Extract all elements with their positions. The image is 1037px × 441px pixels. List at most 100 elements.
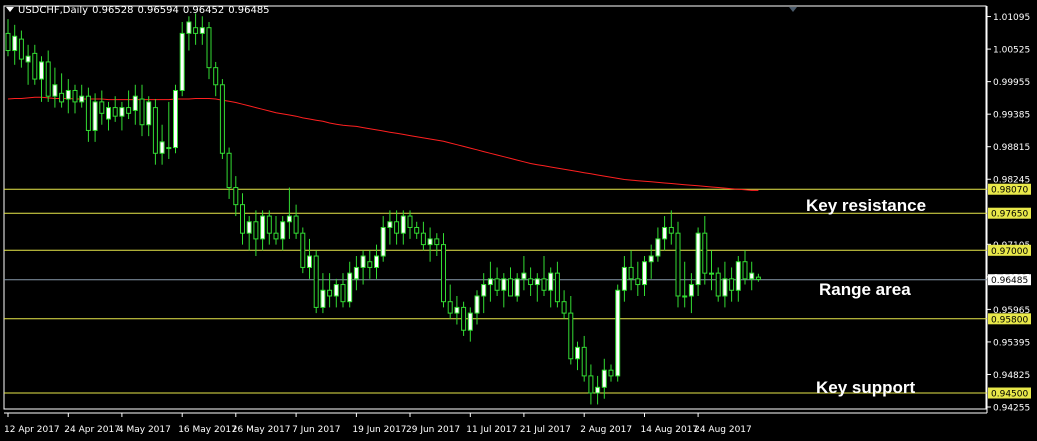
candle[interactable] [85, 87, 91, 142]
candle[interactable] [152, 99, 158, 165]
candle[interactable] [534, 273, 540, 302]
candle[interactable] [662, 216, 668, 251]
candle[interactable] [635, 261, 641, 296]
candle[interactable] [5, 19, 11, 57]
candle[interactable] [548, 267, 554, 308]
candle[interactable] [521, 256, 527, 291]
candle[interactable] [226, 147, 232, 199]
candle[interactable] [695, 227, 701, 296]
candle[interactable] [266, 210, 272, 245]
candle[interactable] [173, 84, 178, 154]
candle[interactable] [179, 21, 185, 97]
candle[interactable] [79, 84, 85, 108]
candle[interactable] [642, 256, 647, 296]
candle[interactable] [481, 273, 487, 314]
candle[interactable] [554, 261, 560, 308]
shift-marker-icon[interactable] [789, 7, 797, 12]
candle[interactable] [146, 96, 152, 137]
candle[interactable] [246, 216, 252, 251]
candle[interactable] [92, 93, 98, 142]
candle[interactable] [199, 16, 205, 45]
candle[interactable] [320, 273, 326, 314]
candle[interactable] [52, 67, 58, 108]
candle[interactable] [568, 295, 574, 365]
candle[interactable] [675, 221, 681, 308]
candle[interactable] [333, 278, 339, 308]
candle[interactable] [327, 273, 333, 308]
candle[interactable] [367, 250, 373, 279]
candle[interactable] [722, 261, 728, 308]
candle[interactable] [715, 267, 721, 302]
candle[interactable] [72, 84, 78, 114]
candle[interactable] [628, 250, 634, 291]
candle[interactable] [575, 341, 580, 371]
candle[interactable] [380, 216, 386, 262]
candle[interactable] [126, 90, 132, 120]
candle[interactable] [427, 227, 433, 262]
dropdown-arrow-icon[interactable] [6, 7, 14, 12]
candle[interactable] [729, 267, 735, 302]
candle[interactable] [621, 256, 627, 302]
candle[interactable] [233, 176, 239, 217]
candle[interactable] [374, 244, 379, 279]
candle[interactable] [561, 290, 567, 319]
candle[interactable] [132, 84, 138, 125]
candle[interactable] [474, 290, 480, 325]
chart-window[interactable]: 1.01095 1.00525 0.99955 0.99385 0.98815 0.982… [0, 0, 1037, 441]
candle[interactable] [12, 24, 18, 65]
candle[interactable] [273, 216, 279, 245]
candle[interactable] [166, 101, 172, 159]
candle[interactable] [59, 73, 65, 108]
candle[interactable] [447, 284, 453, 319]
candle[interactable] [467, 307, 473, 342]
candle[interactable] [193, 13, 199, 45]
candle[interactable] [648, 244, 654, 279]
candle[interactable] [608, 364, 614, 382]
candle[interactable] [454, 295, 460, 325]
candle[interactable] [65, 79, 71, 114]
candle[interactable] [347, 261, 353, 308]
candle[interactable] [293, 204, 299, 239]
candle[interactable] [702, 216, 708, 285]
candle[interactable] [595, 375, 601, 405]
candle[interactable] [353, 256, 359, 291]
candle[interactable] [39, 56, 44, 102]
candle[interactable] [709, 250, 714, 291]
price-chart[interactable]: 1.010951.005250.999550.993850.988150.982… [0, 0, 1037, 441]
candle[interactable] [186, 16, 192, 51]
candle[interactable] [280, 216, 286, 251]
candle[interactable] [32, 44, 38, 85]
candle[interactable] [735, 256, 741, 302]
candle[interactable] [487, 261, 493, 302]
candle[interactable] [300, 227, 306, 274]
candle[interactable] [541, 256, 547, 296]
candle[interactable] [668, 210, 674, 245]
candle[interactable] [106, 101, 111, 131]
candle[interactable] [307, 238, 312, 279]
candle[interactable] [749, 261, 755, 291]
candle[interactable] [581, 335, 587, 382]
candle[interactable] [387, 210, 393, 245]
candle[interactable] [159, 124, 165, 165]
candle[interactable] [45, 50, 51, 102]
candle[interactable] [407, 210, 413, 239]
candle[interactable] [400, 210, 406, 245]
candle[interactable] [313, 250, 319, 314]
candle[interactable] [260, 210, 266, 251]
candle[interactable] [139, 84, 145, 137]
candle[interactable] [240, 193, 245, 245]
candle[interactable] [434, 233, 440, 257]
candle[interactable] [461, 301, 467, 336]
candle[interactable] [615, 284, 621, 382]
candle[interactable] [682, 261, 688, 308]
candle[interactable] [253, 210, 259, 257]
candle[interactable] [420, 221, 426, 251]
candle[interactable] [688, 273, 694, 314]
candle[interactable] [494, 267, 500, 296]
candle[interactable] [394, 210, 400, 245]
candle[interactable] [99, 90, 105, 125]
candle[interactable] [219, 79, 225, 159]
candle[interactable] [514, 273, 520, 302]
candle[interactable] [414, 221, 420, 239]
candle[interactable] [119, 101, 125, 131]
